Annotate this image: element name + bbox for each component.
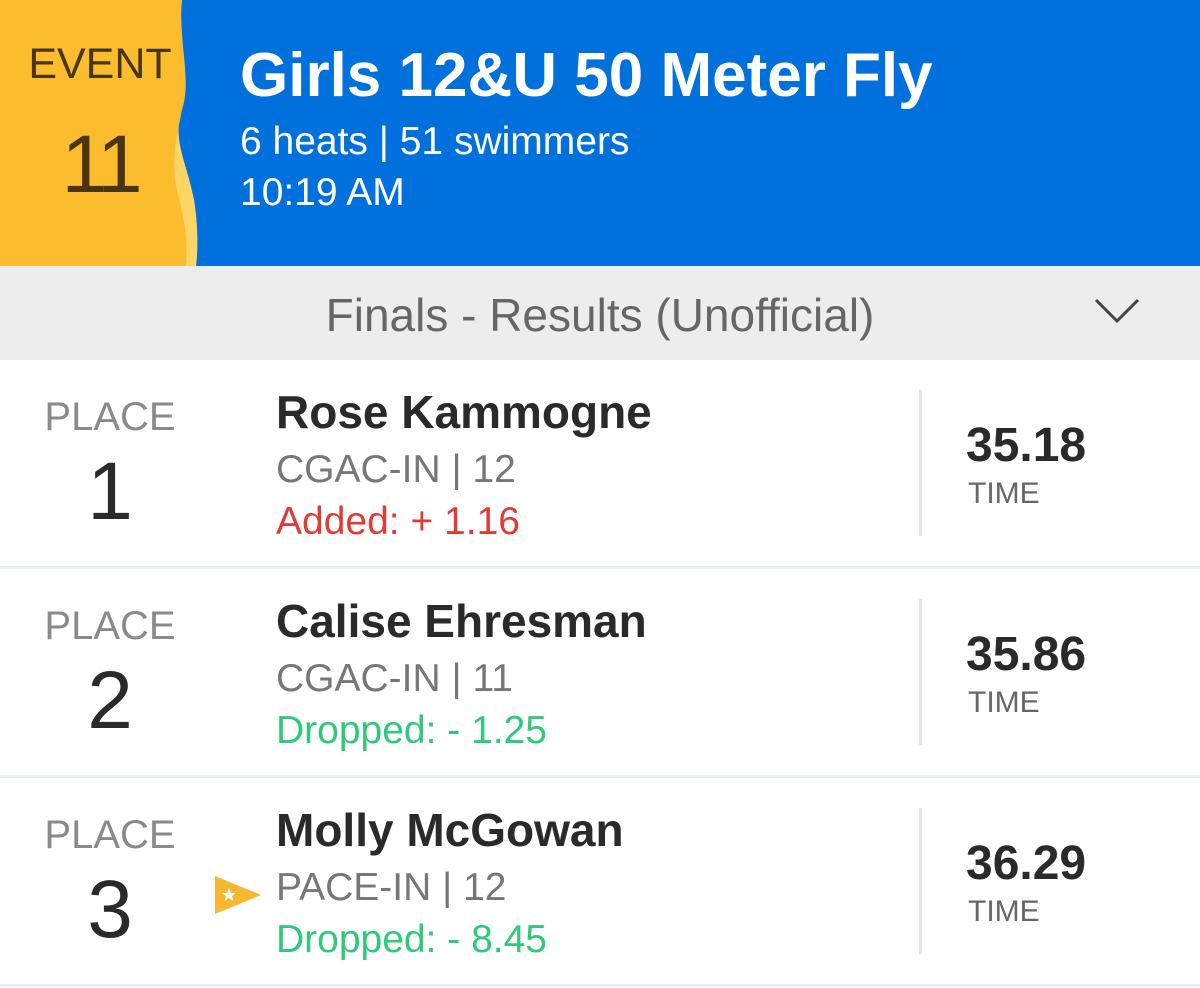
time-label: TIME <box>968 686 1040 719</box>
results-list: PLACE 1 Rose Kammogne CGAC-IN | 12 Added… <box>0 360 1200 987</box>
place-number: 2 <box>87 655 133 746</box>
swimmer-name: Calise Ehresman <box>276 595 647 647</box>
result-row[interactable]: PLACE 2 Calise Ehresman CGAC-IN | 11 Dro… <box>0 569 1200 778</box>
time-label: TIME <box>968 477 1040 510</box>
swimmer-team-age: CGAC-IN | 11 <box>276 657 513 700</box>
result-row[interactable]: PLACE 3 Molly McGowan PACE-IN | 12 Dropp… <box>0 778 1200 987</box>
divider <box>919 808 922 954</box>
divider <box>919 599 922 745</box>
time-change: Dropped: - 1.25 <box>276 709 548 752</box>
place-label: PLACE <box>44 395 176 439</box>
time-change: Added: + 1.16 <box>276 500 520 543</box>
event-time: 10:19 AM <box>240 171 405 214</box>
swimmer-name: Molly McGowan <box>276 804 624 856</box>
time-label: TIME <box>968 895 1040 928</box>
event-label: EVENT <box>28 40 172 88</box>
time-value: 35.86 <box>966 628 1087 681</box>
event-header: EVENT 11 Girls 12&U 50 Meter Fly 6 heats… <box>0 0 1200 266</box>
swimmer-team-age: PACE-IN | 12 <box>276 866 507 909</box>
chevron-down-icon[interactable] <box>1092 296 1142 326</box>
divider <box>919 390 922 536</box>
event-meta: 6 heats | 51 swimmers <box>240 120 630 163</box>
time-value: 35.18 <box>966 419 1087 472</box>
place-number: 3 <box>87 864 133 955</box>
event-title: Girls 12&U 50 Meter Fly <box>240 41 933 110</box>
time-change: Dropped: - 8.45 <box>276 918 548 961</box>
event-badge: EVENT 11 <box>0 0 210 266</box>
result-row[interactable]: PLACE 1 Rose Kammogne CGAC-IN | 12 Added… <box>0 360 1200 569</box>
swimmer-name: Rose Kammogne <box>276 386 652 438</box>
section-title: Finals - Results (Unofficial) <box>325 289 875 341</box>
swimmer-team-age: CGAC-IN | 12 <box>276 448 516 491</box>
place-label: PLACE <box>44 813 176 857</box>
event-number: 11 <box>61 119 142 210</box>
place-number: 1 <box>87 446 133 537</box>
star-flag-icon <box>215 876 261 914</box>
results-section-bar[interactable]: Finals - Results (Unofficial) <box>0 266 1200 360</box>
place-label: PLACE <box>44 604 176 648</box>
time-value: 36.29 <box>966 837 1087 890</box>
